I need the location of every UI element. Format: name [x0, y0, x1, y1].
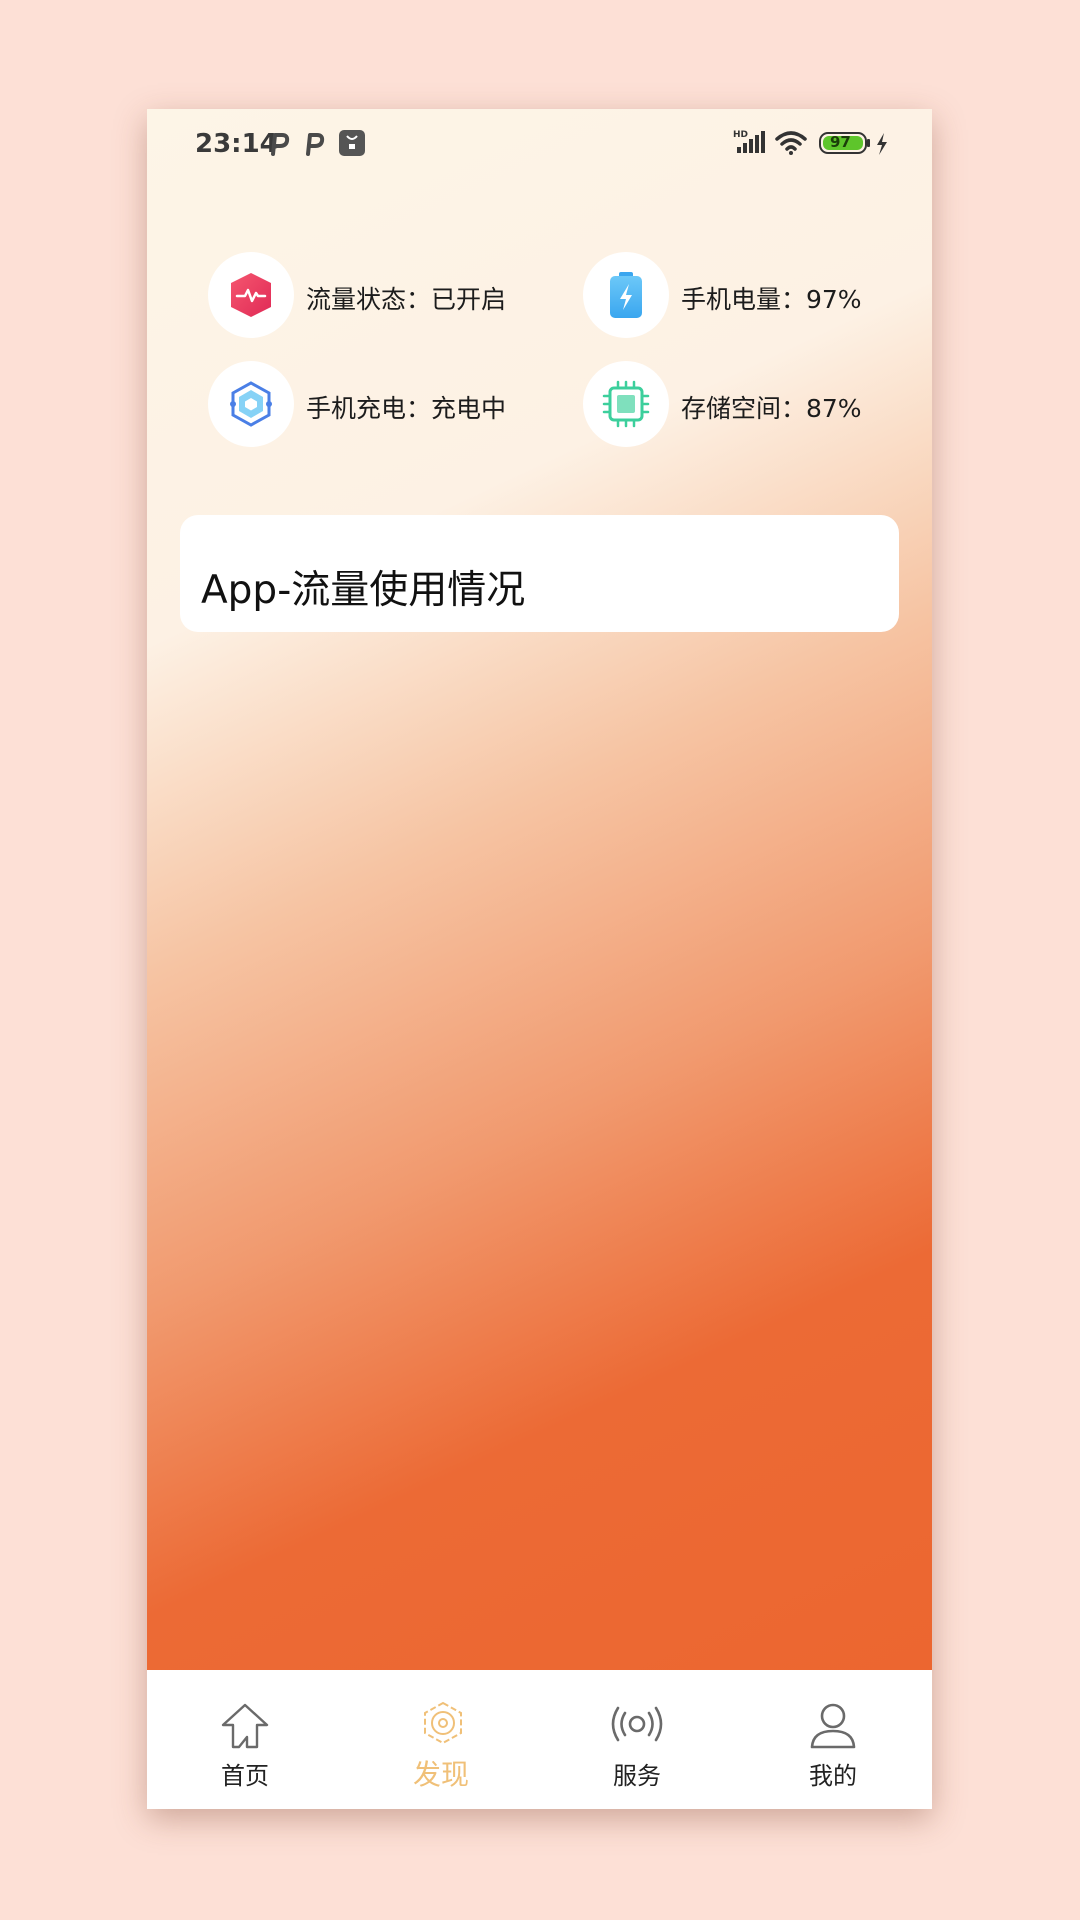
battery-level: 97: [830, 133, 851, 151]
nav-label: 发现: [412, 1758, 469, 1791]
mi-store-icon: [339, 130, 365, 156]
status-bar: 23:14 HD 97: [147, 109, 932, 181]
metric-icon-circle: [583, 252, 669, 338]
discover-icon: [424, 1701, 462, 1745]
home-icon: [221, 1703, 269, 1749]
app-usage-title: App-流量使用情况: [201, 568, 526, 613]
traffic-pulse-icon: [231, 273, 271, 317]
metric-icon-circle: [208, 361, 294, 447]
app-usage-card[interactable]: App-流量使用情况: [180, 515, 899, 632]
nav-label: 首页: [221, 1762, 269, 1790]
nav-label: 我的: [809, 1762, 857, 1790]
hexagon-charge-icon: [230, 381, 272, 427]
nav-label: 服务: [613, 1762, 661, 1790]
metric-charging-status: 手机充电：充电中: [208, 361, 568, 447]
metric-icon-circle: [208, 252, 294, 338]
parking-app-icon: [302, 131, 326, 156]
chip-storage-icon: [602, 380, 650, 428]
wifi-icon: [775, 131, 807, 159]
metric-label: 流量状态：已开启: [306, 285, 507, 314]
nav-item-discover[interactable]: 发现: [343, 1670, 539, 1809]
nav-item-services[interactable]: 服务: [539, 1670, 735, 1809]
battery-icon: 97: [819, 132, 871, 158]
bottom-nav: 首页 发现 服务 我的: [147, 1670, 932, 1809]
charging-bolt-icon: [875, 133, 889, 159]
phone-screen: 23:14 HD 97 流量状态：已开启 手机电量：97% 手机充电：充电中 存…: [147, 109, 932, 1809]
svg-text:HD: HD: [733, 130, 748, 140]
broadcast-icon: [611, 1706, 663, 1742]
nav-item-profile[interactable]: 我的: [735, 1670, 931, 1809]
parking-app-icon: [267, 131, 291, 156]
metric-label: 手机充电：充电中: [306, 394, 507, 423]
user-icon: [810, 1703, 856, 1749]
metric-label: 手机电量：97%: [681, 285, 862, 314]
battery-charge-icon: [610, 272, 642, 318]
hd-signal-icon: HD: [733, 129, 767, 159]
metric-icon-circle: [583, 361, 669, 447]
metric-battery-level: 手机电量：97%: [583, 252, 903, 338]
metric-storage-space: 存储空间：87%: [583, 361, 903, 447]
metric-label: 存储空间：87%: [681, 394, 862, 423]
nav-item-home[interactable]: 首页: [147, 1670, 343, 1809]
metric-traffic-status: 流量状态：已开启: [208, 252, 568, 338]
status-time: 23:14: [195, 129, 278, 159]
